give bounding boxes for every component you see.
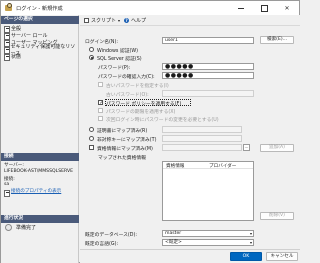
- add-credential-button[interactable]: 追加(A): [260, 144, 294, 152]
- page-icon: [4, 33, 10, 40]
- credential-select: [162, 144, 242, 151]
- confirm-password-input[interactable]: ●●●●●: [162, 72, 254, 79]
- view-properties-row: 接続のプロパティの表示: [4, 189, 73, 197]
- chevron-down-icon: ▾: [118, 18, 121, 23]
- ok-button[interactable]: OK: [230, 252, 262, 261]
- sql-auth-label: SQL Server 認証(S): [97, 57, 142, 62]
- default-db-label: 既定のデータベース(D):: [85, 233, 137, 238]
- mapped-credentials-label: マップされた資格情報: [98, 156, 146, 161]
- cert-select: [162, 126, 242, 133]
- provider-column-header[interactable]: プロバイダー: [209, 163, 236, 169]
- maximize-button[interactable]: [254, 1, 274, 15]
- remove-credential-button[interactable]: 削除(V): [260, 212, 294, 220]
- page-item-securables[interactable]: セキュリティ保護可能なリソース: [4, 44, 78, 57]
- default-db-value: master: [165, 231, 182, 236]
- default-lang-label: 既定の言語(G):: [85, 242, 119, 247]
- connection-info: サーバー: LIFEBOOK-AST\MMSSQLSERVE 接続: sa 接続…: [4, 163, 73, 197]
- asym-key-select: [162, 135, 242, 142]
- mapped-credentials-list[interactable]: 資格情報 プロバイダー: [162, 161, 254, 221]
- credential-browse-button: …: [243, 144, 250, 151]
- footer-divider: [80, 249, 300, 250]
- page-item-server-roles[interactable]: サーバー ロール: [4, 32, 48, 40]
- credential-column-header[interactable]: 資格情報: [166, 163, 184, 169]
- must-change-checkbox[interactable]: [98, 116, 103, 121]
- page-icon: [4, 40, 10, 47]
- login-app-icon: [5, 3, 12, 11]
- page-icon: [4, 54, 10, 61]
- right-pane: スクリプト ▾ ? ヘルプ ログイン名(N): user1 検索(E)... W…: [80, 15, 300, 263]
- script-button[interactable]: スクリプト ▾: [84, 17, 120, 24]
- toolbar: スクリプト ▾ ? ヘルプ: [80, 15, 300, 26]
- progress-status: 準備完了: [16, 225, 37, 231]
- login-new-dialog: ログイン - 新規作成 ✕ ページの選択 全般 サーバー ロール ユーザー マッ…: [0, 0, 300, 263]
- help-button[interactable]: ? ヘルプ: [124, 17, 146, 24]
- help-label: ヘルプ: [131, 18, 147, 24]
- page-item-label: サーバー ロール: [11, 33, 48, 39]
- credential-map-label: 資格情報にマップ済み(M): [97, 147, 153, 152]
- enforce-policy-checkbox[interactable]: [98, 100, 104, 106]
- enforce-policy-label: パスワード ポリシーを適用する(F): [106, 102, 182, 107]
- enforce-expiration-checkbox[interactable]: [98, 108, 103, 113]
- page-item-status[interactable]: 状態: [4, 53, 22, 61]
- must-change-label: 次回ログイン時にパスワードの変更を必要とする(U): [106, 118, 219, 123]
- connection-header: 接続: [1, 153, 79, 161]
- specify-old-password-checkbox[interactable]: [98, 82, 103, 87]
- script-label: スクリプト: [91, 18, 117, 24]
- script-icon: [84, 18, 89, 23]
- page-item-label: 状態: [11, 54, 22, 60]
- asym-key-map-label: 非対称キーにマップ済み(T): [97, 138, 157, 143]
- progress-header: 進行状況: [1, 215, 79, 223]
- default-lang-value: <既定>: [165, 240, 182, 245]
- left-pane: ページの選択 全般 サーバー ロール ユーザー マッピング セキュリティ保護可能…: [1, 15, 79, 263]
- default-lang-select[interactable]: <既定> ▾: [162, 239, 254, 246]
- close-button[interactable]: ✕: [277, 1, 297, 15]
- window-title: ログイン - 新規作成: [16, 6, 63, 12]
- login-name-label: ログイン名(N):: [85, 40, 118, 45]
- server-value: LIFEBOOK-AST\MMSSQLSERVE: [4, 168, 73, 174]
- select-page-header: ページの選択: [1, 16, 79, 24]
- connect-value: sa: [4, 182, 10, 188]
- password-input[interactable]: ●●●●●: [162, 63, 254, 70]
- credentials-header-row: 資格情報 プロバイダー: [163, 162, 253, 169]
- search-button[interactable]: 検索(E)...: [260, 36, 294, 44]
- cert-map-label: 証明書にマップ済み(R): [97, 129, 148, 134]
- default-db-select[interactable]: master ▾: [162, 230, 254, 237]
- help-icon: ?: [124, 18, 129, 23]
- enforce-expiration-label: パスワードの期限を適用する(X): [106, 110, 176, 115]
- old-password-input: [162, 90, 254, 97]
- view-connection-properties-link[interactable]: 接続のプロパティの表示: [11, 189, 61, 195]
- title-bar: ログイン - 新規作成 ✕: [1, 1, 299, 15]
- cert-map-radio[interactable]: [89, 127, 94, 132]
- windows-auth-radio[interactable]: [89, 47, 94, 52]
- properties-icon: [4, 189, 10, 197]
- login-name-input[interactable]: user1: [162, 37, 254, 44]
- sql-auth-radio[interactable]: [89, 55, 94, 60]
- confirm-password-label: パスワードの確認入力(C):: [98, 75, 155, 80]
- progress-icon: [5, 224, 12, 231]
- page-item-general[interactable]: 全般: [4, 25, 22, 33]
- old-password-label: 古いパスワード(O):: [106, 93, 149, 98]
- page-item-label: 全般: [11, 26, 22, 32]
- minimize-button[interactable]: [231, 1, 251, 15]
- windows-auth-label: Windows 認証(W): [97, 49, 139, 54]
- chevron-down-icon: ▾: [249, 231, 252, 236]
- chevron-down-icon: ▾: [249, 240, 252, 245]
- progress-status-row: 準備完了: [5, 224, 36, 231]
- page-icon: [4, 26, 10, 33]
- specify-old-password-label: 古いパスワードを指定する(I): [106, 84, 169, 89]
- page-icon: [4, 47, 10, 54]
- password-label: パスワード(P):: [98, 66, 131, 71]
- asym-key-map-radio[interactable]: [89, 136, 94, 141]
- credential-map-checkbox[interactable]: [89, 145, 94, 150]
- cancel-button[interactable]: キャンセル: [266, 252, 298, 261]
